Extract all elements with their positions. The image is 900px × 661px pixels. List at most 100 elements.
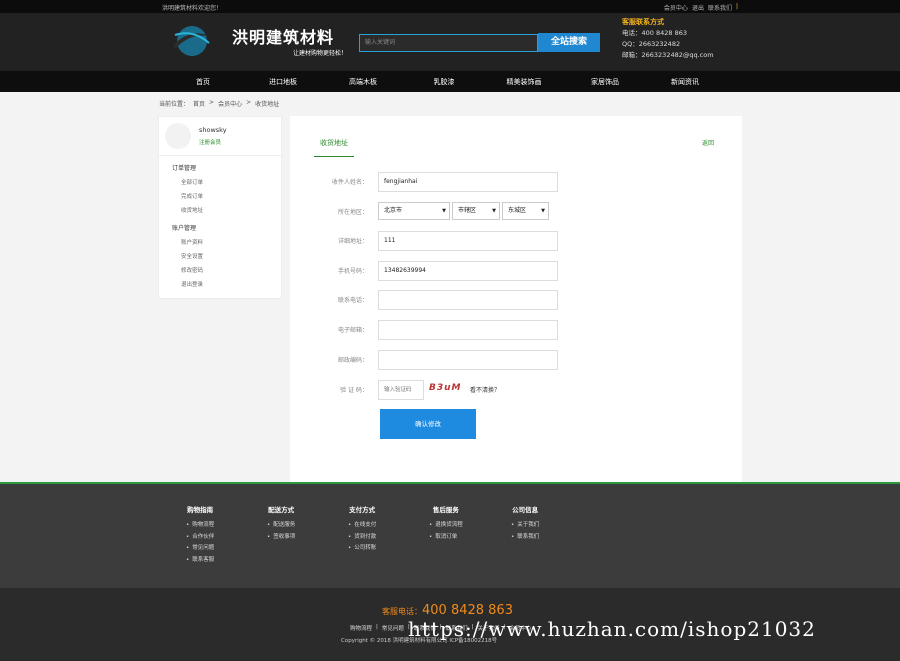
- search-button[interactable]: 全站搜索: [538, 33, 600, 52]
- search-input[interactable]: 输入关键词: [359, 34, 538, 52]
- footer-link[interactable]: 公司转账: [348, 543, 376, 555]
- footer-link[interactable]: 购物流程: [186, 520, 214, 532]
- member-sidebar: showsky 注册会员 订单管理 全部订单 完成订单 收货地址 账户管理 账户…: [158, 116, 283, 299]
- label-phone: 联系电话：: [337, 297, 368, 304]
- city-select[interactable]: 市辖区 ▼: [452, 202, 500, 220]
- chevron-down-icon: ▼: [492, 208, 496, 214]
- email-input[interactable]: [378, 320, 558, 340]
- avatar: [165, 123, 191, 149]
- footer-link[interactable]: 联系我们: [511, 532, 539, 544]
- nav-home-decor[interactable]: 家居饰品: [570, 77, 640, 87]
- sidebar-item-password[interactable]: 修改密码: [181, 266, 203, 274]
- sidebar-group-orders: 订单管理: [172, 165, 197, 172]
- form-row-phone: 联系电话：: [290, 290, 742, 310]
- breadcrumb-prefix: 当前位置：: [159, 101, 190, 108]
- footer: 购物指南 购物流程 合作伙伴 常见问题 联系客服 配送方式 配送服务 签收事项 …: [0, 484, 900, 588]
- footer-link[interactable]: 配送服务: [267, 520, 295, 532]
- footer-col-guide: 购物指南 购物流程 合作伙伴 常见问题 联系客服: [186, 504, 214, 566]
- footer-col-delivery: 配送方式 配送服务 签收事项: [267, 504, 295, 543]
- sidebar-item-address[interactable]: 收货地址: [181, 206, 203, 214]
- form-row-region: 所在地区： 北京市 ▼ 市辖区 ▼ 东城区 ▼: [290, 202, 742, 222]
- footer-link[interactable]: 货到付款: [348, 532, 376, 544]
- submit-button[interactable]: 确认修改: [380, 409, 476, 439]
- sidebar-item-done-orders[interactable]: 完成订单: [181, 192, 203, 200]
- breadcrumb-member[interactable]: 会员中心: [218, 99, 242, 108]
- user-level: 注册会员: [199, 140, 222, 146]
- captcha-input[interactable]: 输入验证码: [378, 380, 424, 400]
- footer-col-title: 公司信息: [512, 506, 539, 514]
- top-link-contact[interactable]: 联系我们: [708, 3, 732, 12]
- breadcrumb-home[interactable]: 首页: [193, 99, 205, 108]
- top-links: 会员中心 退出 联系我们 |: [664, 3, 738, 12]
- district-value: 东城区: [508, 207, 527, 214]
- footer-link[interactable]: 退换货流程: [429, 520, 463, 532]
- nav-latex-paint[interactable]: 乳胶漆: [409, 77, 479, 87]
- username: showsky: [199, 126, 227, 134]
- sidebar-item-all-orders[interactable]: 全部订单: [181, 178, 203, 186]
- mobile-input[interactable]: 13482639994: [378, 261, 558, 281]
- footer-link[interactable]: 在线支付: [348, 520, 376, 532]
- label-region: 所在地区：: [337, 209, 368, 216]
- back-link[interactable]: 返回: [702, 138, 714, 147]
- nav-home[interactable]: 首页: [168, 77, 238, 87]
- label-address: 详细地址：: [337, 238, 368, 245]
- nav-wood-board[interactable]: 高端木板: [328, 77, 398, 87]
- footer-link[interactable]: 关于我们: [511, 520, 539, 532]
- footer-col-service: 售后服务 退换货流程 取消订单: [429, 504, 463, 543]
- sidebar-item-security[interactable]: 安全设置: [181, 252, 203, 260]
- footer-col-title: 购物指南: [187, 506, 214, 514]
- nav-decor-painting[interactable]: 精美装饰画: [489, 77, 559, 87]
- chevron-down-icon: ▼: [541, 208, 545, 214]
- top-divider: |: [735, 3, 738, 10]
- address-input[interactable]: 111: [378, 231, 558, 251]
- chevron-down-icon: ▼: [442, 208, 446, 214]
- footer-col-payment: 支付方式 在线支付 货到付款 公司转账: [348, 504, 376, 555]
- form-row-email: 电子邮箱：: [290, 320, 742, 340]
- bottom-link[interactable]: 常见问题: [382, 624, 404, 632]
- watermark: https://www.huzhan.com/ishop21032: [408, 617, 816, 641]
- bottom-sep: |: [376, 624, 378, 630]
- province-value: 北京市: [384, 207, 403, 214]
- top-bar: 洪明建筑材料欢迎您！ 会员中心 退出 联系我们 |: [0, 0, 900, 13]
- contact-info: 客服联系方式 电话：400 8428 863 QQ：2663232482 邮箱：…: [622, 17, 714, 61]
- brand-name[interactable]: 洪明建筑材料: [232, 24, 334, 48]
- footer-link[interactable]: 合作伙伴: [186, 532, 214, 544]
- brand-slogan: 让建材购物更轻松！: [293, 50, 348, 57]
- label-zip: 邮政编码：: [337, 357, 368, 364]
- contact-tel: 电话：400 8428 863: [622, 29, 687, 37]
- footer-link[interactable]: 联系客服: [186, 555, 214, 567]
- zip-input[interactable]: [378, 350, 558, 370]
- footer-col-title: 配送方式: [268, 506, 295, 514]
- district-select[interactable]: 东城区 ▼: [502, 202, 549, 220]
- form-row-address: 详细地址： 111: [290, 231, 742, 251]
- footer-link[interactable]: 签收事项: [267, 532, 295, 544]
- captcha-image[interactable]: B3uM: [429, 383, 467, 397]
- label-email: 电子邮箱：: [337, 327, 368, 334]
- footer-link[interactable]: 取消订单: [429, 532, 463, 544]
- header: 洪明建筑材料 让建材购物更轻松！ 输入关键词 全站搜索 客服联系方式 电话：40…: [0, 13, 900, 71]
- contact-email: 邮箱：2663232482@qq.com: [622, 51, 714, 59]
- sidebar-item-profile[interactable]: 账户资料: [181, 238, 203, 246]
- hotline-label: 客服电话：: [382, 607, 422, 616]
- bottom-link[interactable]: 购物流程: [350, 624, 372, 632]
- captcha-refresh-link[interactable]: 看不清换？: [470, 385, 500, 394]
- top-link-member[interactable]: 会员中心: [664, 3, 688, 12]
- city-value: 市辖区: [458, 207, 477, 214]
- footer-col-title: 支付方式: [349, 506, 376, 514]
- breadcrumb-sep: >: [246, 99, 252, 106]
- province-select[interactable]: 北京市 ▼: [378, 202, 450, 220]
- hotline-number: 400 8428 863: [422, 603, 513, 618]
- tab-address[interactable]: 收货地址: [314, 138, 354, 157]
- form-row-mobile: 手机号码： 13482639994: [290, 261, 742, 281]
- form-row-name: 收件人姓名： fengjianhai: [290, 172, 742, 192]
- top-link-logout[interactable]: 退出: [692, 3, 704, 12]
- contact-title: 客服联系方式: [622, 18, 664, 26]
- sidebar-item-logout[interactable]: 退出登录: [181, 280, 203, 288]
- nav-news[interactable]: 新闻资讯: [650, 77, 720, 87]
- name-input[interactable]: fengjianhai: [378, 172, 558, 192]
- footer-link[interactable]: 常见问题: [186, 543, 214, 555]
- nav-import-floor[interactable]: 进口地板: [248, 77, 318, 87]
- label-mobile: 手机号码：: [337, 268, 368, 275]
- logo-icon[interactable]: [171, 23, 213, 59]
- phone-input[interactable]: [378, 290, 558, 310]
